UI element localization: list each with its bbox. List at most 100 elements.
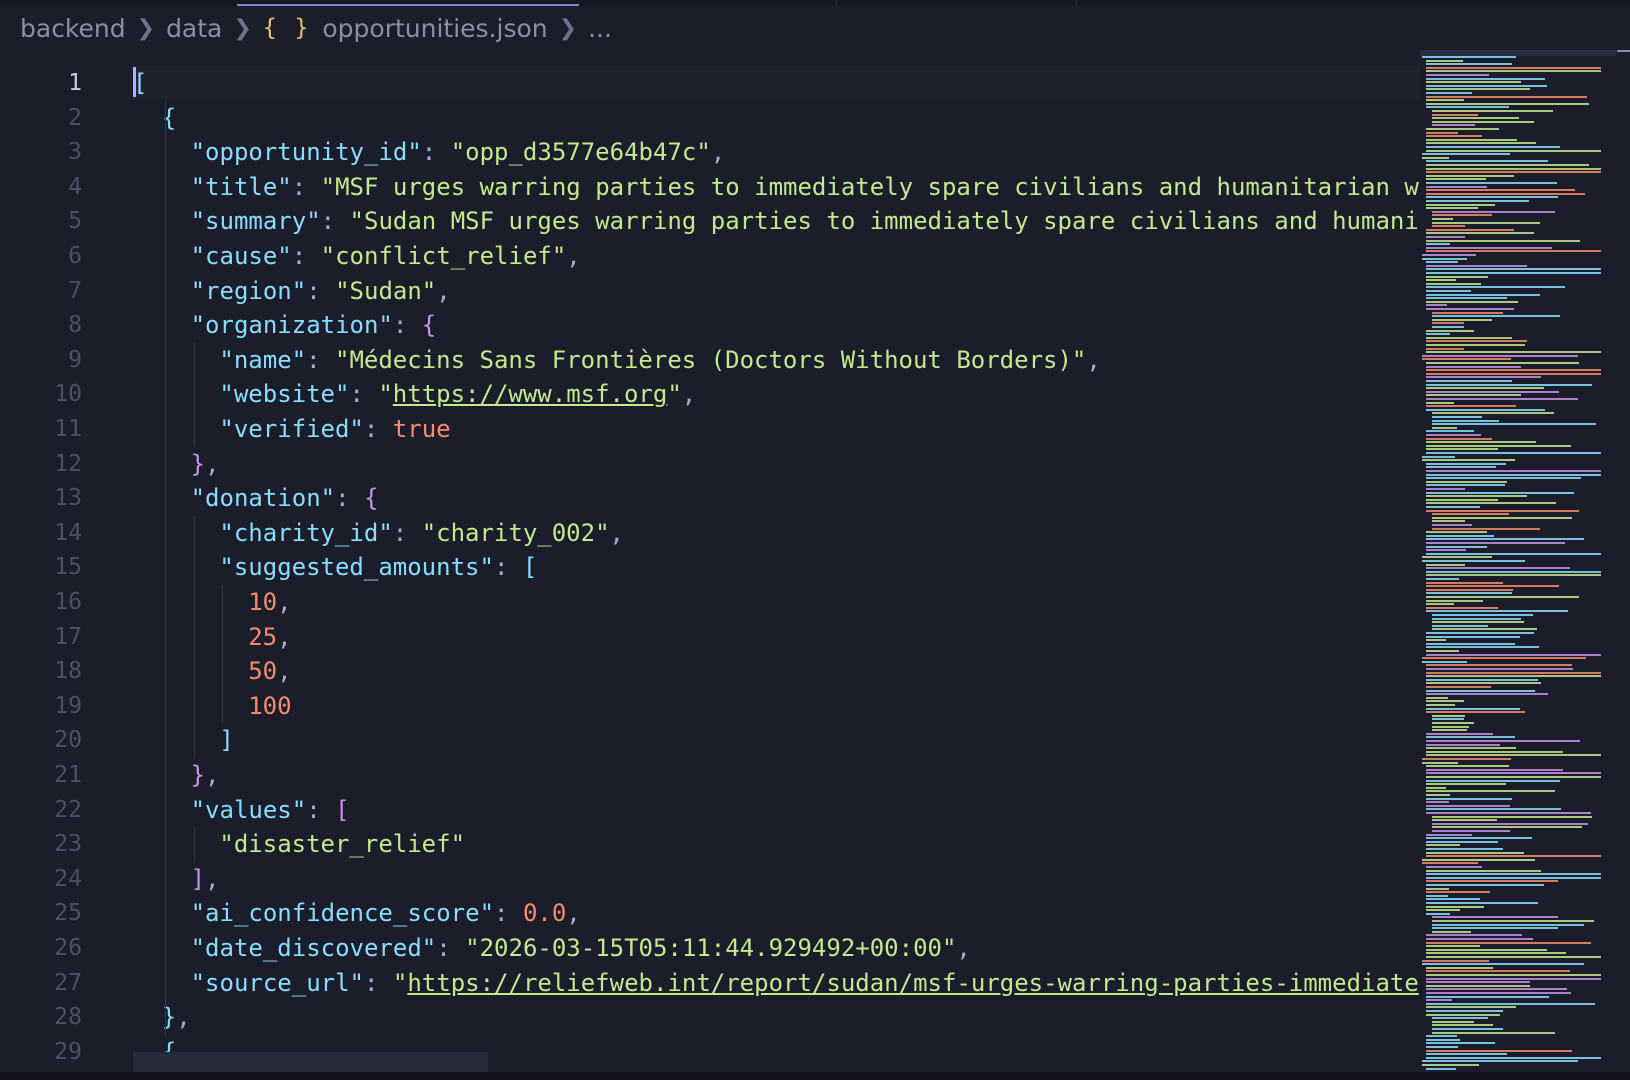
minimap-line bbox=[1426, 466, 1496, 469]
line-code: "source_url": "https://reliefweb.int/rep… bbox=[191, 965, 1419, 1001]
minimap-line bbox=[1426, 707, 1521, 710]
code-line[interactable]: 2{ bbox=[0, 100, 1420, 136]
json-key: "summary" bbox=[190, 207, 321, 236]
minimap-line bbox=[1426, 88, 1531, 91]
minimap-line bbox=[1426, 956, 1601, 958]
minimap-line bbox=[1426, 740, 1580, 742]
code-line[interactable]: 21}, bbox=[0, 757, 1420, 793]
code-editor[interactable]: 1[2{3 "opportunity_id": "opp_d3577e64b47c… bbox=[0, 50, 1420, 1072]
minimap-line bbox=[1432, 520, 1465, 523]
vertical-scrollbar[interactable] bbox=[1616, 50, 1630, 1072]
minimap-line bbox=[1426, 786, 1446, 789]
minimap-line bbox=[1426, 866, 1482, 868]
minimap-line bbox=[1426, 1053, 1507, 1056]
code-line[interactable]: 28}, bbox=[0, 999, 1420, 1035]
json-punctuation: , bbox=[566, 899, 581, 928]
json-punctuation: : bbox=[335, 484, 364, 513]
json-url-link[interactable]: https://www.msf.org bbox=[393, 380, 668, 408]
minimap-line bbox=[1432, 315, 1560, 318]
code-line[interactable]: 14 "charity_id": "charity_002", bbox=[0, 515, 1420, 551]
json-string: "opp_d3577e64b47c" bbox=[450, 138, 711, 167]
code-line[interactable]: 11 "verified": true bbox=[0, 411, 1420, 447]
minimap-line bbox=[1422, 354, 1578, 357]
minimap-line bbox=[1426, 1002, 1595, 1005]
minimap-line bbox=[1426, 99, 1465, 102]
minimap-line bbox=[1426, 300, 1518, 303]
code-line[interactable]: 5 "summary": "Sudan MSF urges warring par… bbox=[0, 203, 1420, 239]
code-line[interactable]: 16 10, bbox=[0, 584, 1420, 620]
json-literal: 100 bbox=[248, 691, 292, 720]
code-line[interactable]: 18 50, bbox=[0, 653, 1420, 689]
minimap-line bbox=[1426, 984, 1531, 987]
json-url-link[interactable]: https://reliefweb.int/report/sudan/msf-u… bbox=[407, 969, 1418, 997]
json-key: "name" bbox=[219, 345, 307, 374]
code-line[interactable]: 12}, bbox=[0, 446, 1420, 482]
code-line[interactable]: 19 100 bbox=[0, 688, 1420, 724]
code-line[interactable]: 27 "source_url": "https://reliefweb.int/r… bbox=[0, 965, 1420, 1001]
minimap-line bbox=[1426, 491, 1574, 494]
line-code: "values": [ bbox=[191, 792, 350, 828]
minimap-line bbox=[1426, 898, 1480, 901]
json-literal: true bbox=[392, 415, 451, 443]
line-code: "ai_confidence_score": 0.0, bbox=[191, 895, 581, 931]
code-line[interactable]: 3 "opportunity_id": "opp_d3577e64b47c", bbox=[0, 134, 1420, 170]
json-punctuation: : bbox=[306, 345, 335, 374]
minimap-line bbox=[1426, 840, 1498, 843]
minimap-line bbox=[1432, 916, 1558, 919]
line-number: 11 bbox=[54, 416, 82, 442]
json-string: "Sudan MSF urges warring parties to imme… bbox=[349, 207, 1419, 236]
minimap-line bbox=[1422, 1060, 1579, 1063]
code-line[interactable]: 22 "values": [ bbox=[0, 792, 1420, 828]
code-line[interactable]: 4 "title": "MSF urges warring parties to … bbox=[0, 169, 1420, 205]
minimap-line bbox=[1426, 70, 1601, 73]
code-line[interactable]: 24], bbox=[0, 861, 1420, 897]
code-line[interactable]: 10 "website": "https://www.msf.org", bbox=[0, 376, 1420, 412]
breadcrumb-folder-backend[interactable]: backend bbox=[20, 14, 126, 43]
minimap-line bbox=[1422, 156, 1450, 159]
code-line[interactable]: 15 "suggested_amounts": [ bbox=[0, 549, 1420, 585]
minimap-line bbox=[1432, 729, 1468, 732]
vertical-scrollbar-thumb[interactable] bbox=[1617, 50, 1630, 52]
code-line[interactable]: 23 "disaster_relief" bbox=[0, 826, 1420, 862]
code-line[interactable]: 7 "region": "Sudan", bbox=[0, 273, 1420, 309]
json-bracket: ] bbox=[190, 864, 206, 893]
json-key: "values" bbox=[190, 795, 307, 824]
code-line[interactable]: 26 "date_discovered": "2026-03-15T05:11:4… bbox=[0, 930, 1420, 966]
code-line[interactable]: 1[ bbox=[0, 65, 1420, 101]
code-line[interactable]: 8 "organization": { bbox=[0, 307, 1420, 343]
minimap-line bbox=[1426, 938, 1534, 940]
minimap-line bbox=[1426, 376, 1542, 379]
horizontal-scrollbar-thumb[interactable] bbox=[133, 1052, 488, 1072]
minimap-line bbox=[1432, 923, 1585, 926]
minimap-line bbox=[1432, 930, 1472, 933]
minimap-line bbox=[1422, 761, 1459, 764]
minimap-line bbox=[1432, 819, 1498, 822]
json-string: "Médecins Sans Frontières (Doctors Witho… bbox=[335, 345, 1087, 374]
breadcrumb-symbols[interactable]: ... bbox=[588, 14, 612, 43]
minimap-line bbox=[1426, 596, 1580, 598]
minimap-line bbox=[1426, 599, 1484, 602]
breadcrumb-folder-data[interactable]: data bbox=[166, 14, 222, 43]
minimap-line bbox=[1426, 693, 1549, 696]
json-string: " bbox=[378, 380, 393, 409]
minimap-line bbox=[1426, 632, 1534, 634]
minimap-line bbox=[1426, 1035, 1457, 1038]
code-line[interactable]: 6 "cause": "conflict_relief", bbox=[0, 238, 1420, 274]
minimap-line bbox=[1432, 221, 1540, 224]
minimap[interactable] bbox=[1420, 50, 1616, 1072]
code-line[interactable]: 9 "name": "Médecins Sans Frontières (Doct… bbox=[0, 342, 1420, 378]
minimap-line bbox=[1426, 736, 1515, 739]
breadcrumb-file-name[interactable]: opportunities.json bbox=[322, 14, 547, 43]
minimap-line bbox=[1426, 934, 1522, 937]
code-line[interactable]: 25 "ai_confidence_score": 0.0, bbox=[0, 895, 1420, 931]
minimap-line bbox=[1422, 153, 1510, 156]
minimap-line bbox=[1426, 747, 1516, 750]
code-line[interactable]: 17 25, bbox=[0, 619, 1420, 655]
minimap-line bbox=[1422, 657, 1587, 660]
minimap-line bbox=[1426, 444, 1571, 447]
code-line[interactable]: 20] bbox=[0, 722, 1420, 758]
minimap-line bbox=[1426, 981, 1530, 984]
json-key: "suggested_amounts" bbox=[219, 553, 494, 582]
code-line[interactable]: 13 "donation": { bbox=[0, 480, 1420, 516]
minimap-line bbox=[1426, 178, 1486, 181]
